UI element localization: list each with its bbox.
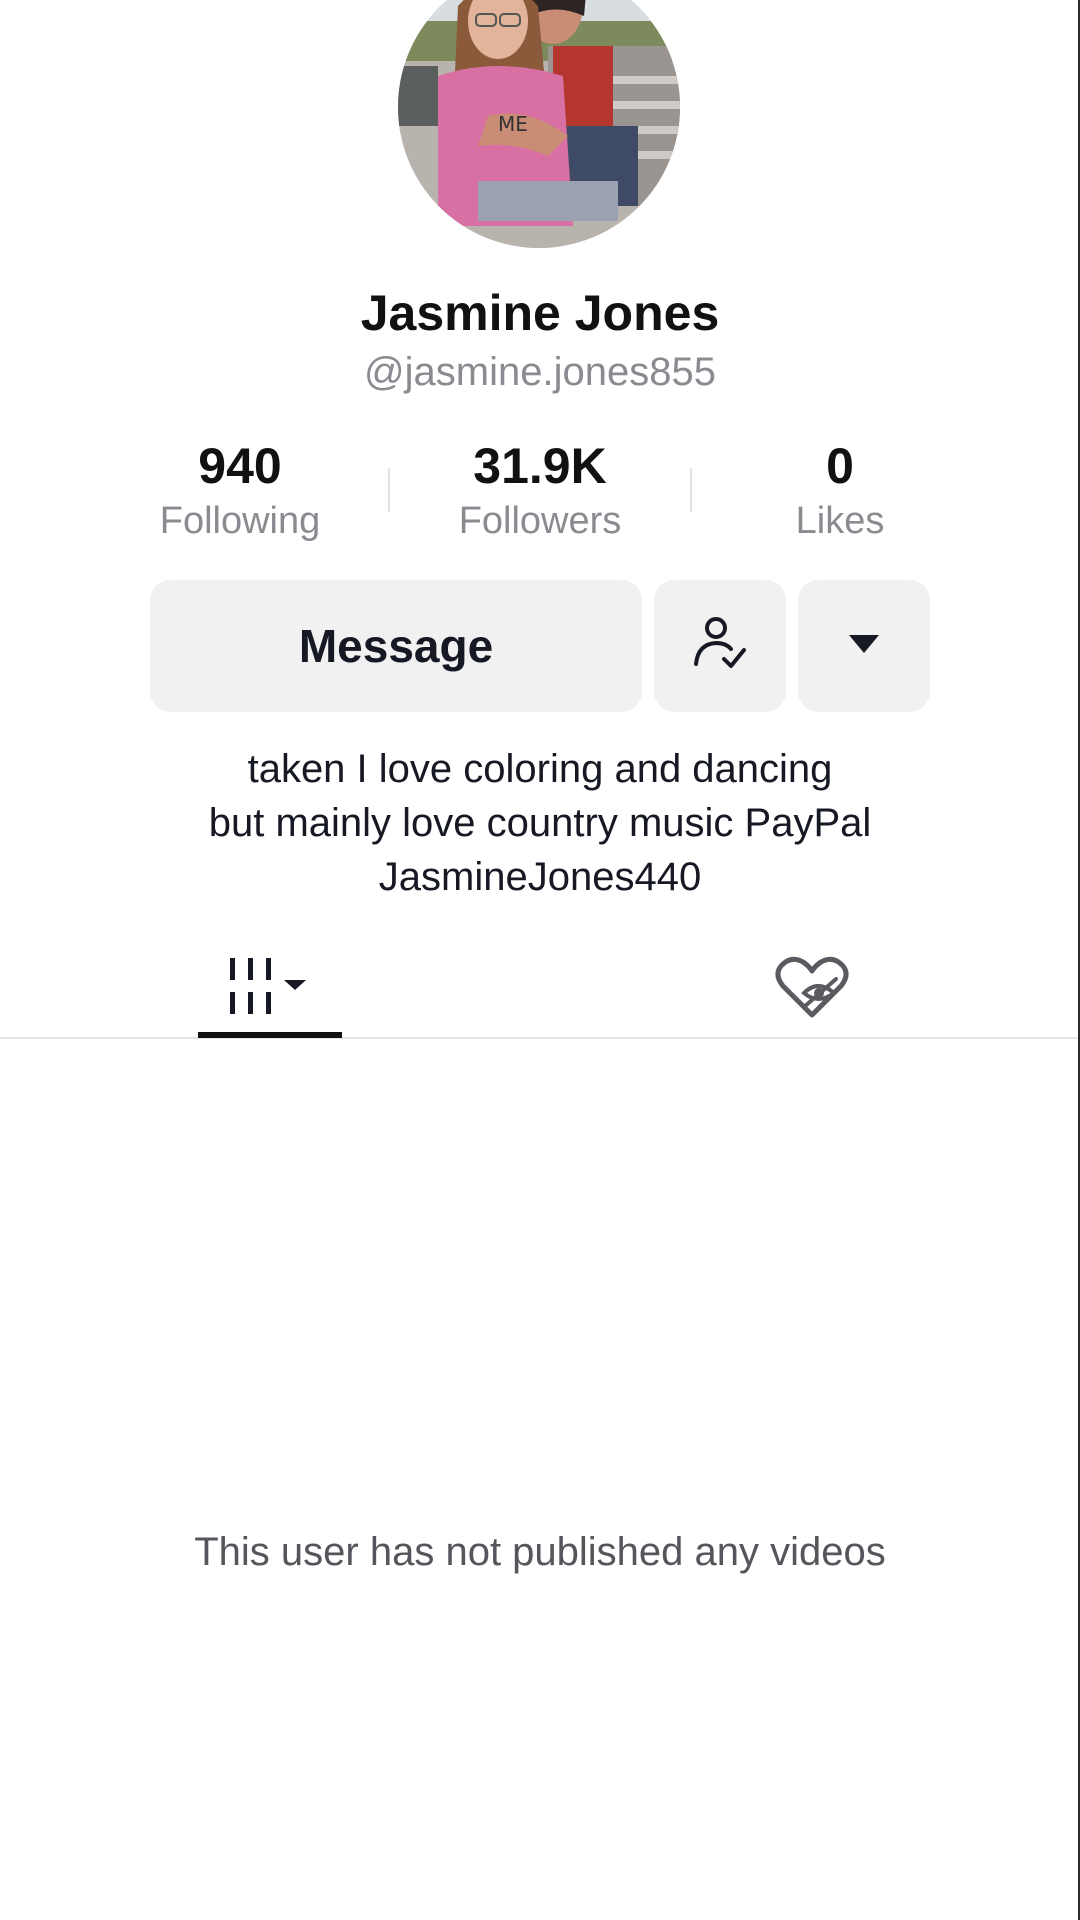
stat-divider [690,468,692,512]
bio-line: JasmineJones440 [378,855,702,899]
bio-line: but mainly love country music PayPal [208,801,872,845]
empty-state-message: This user has not published any videos [194,1530,886,1574]
avatar[interactable]: ME [398,0,680,248]
likes-label: Likes [795,500,885,542]
caret-down-icon [846,632,882,661]
videos-grid-icon [220,956,320,1025]
message-button[interactable]: Message [150,580,642,712]
suggested-accounts-button[interactable] [798,580,930,712]
following-count: 940 [198,438,282,494]
profile-handle: @jasmine.jones855 [364,350,716,394]
following-label: Following [159,500,321,542]
stat-followers[interactable]: 31.9K Followers [420,438,660,543]
followers-label: Followers [458,500,622,542]
svg-text:ME: ME [498,112,528,136]
profile-name: Jasmine Jones [360,285,720,341]
followers-count: 31.9K [473,438,607,494]
active-tab-indicator [198,1032,342,1038]
tabs-divider [0,1037,1078,1039]
stat-following[interactable]: 940 Following [120,438,360,543]
likes-count: 0 [826,438,854,494]
stat-likes[interactable]: 0 Likes [720,438,960,543]
bio-line: taken I love coloring and dancing [247,747,833,791]
liked-hidden-icon [774,955,850,1026]
profile-bio: taken I love coloring and dancing but ma… [0,742,1080,904]
user-check-icon [688,612,752,681]
tab-videos[interactable] [198,940,342,1040]
stat-divider [388,468,390,512]
tab-liked[interactable] [740,940,884,1040]
following-status-button[interactable] [654,580,786,712]
